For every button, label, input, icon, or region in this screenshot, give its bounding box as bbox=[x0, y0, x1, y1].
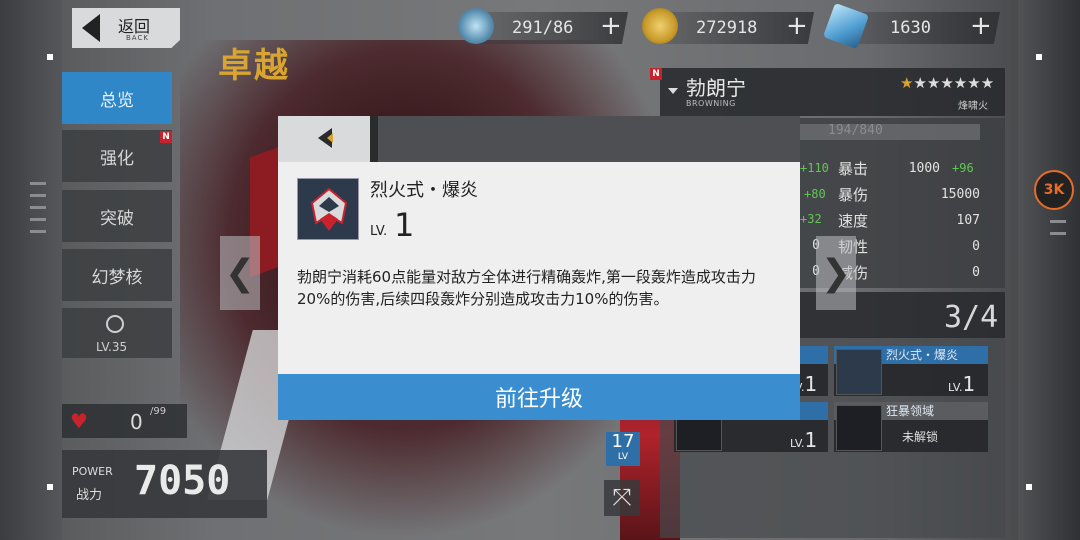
frame-stripe bbox=[30, 218, 46, 221]
flame-blast-skill-icon bbox=[297, 178, 359, 240]
currency-value-energy: 291/86 bbox=[512, 18, 574, 38]
currency-value-gold: 272918 bbox=[696, 18, 758, 38]
power-value: 7050 bbox=[134, 458, 231, 504]
next-character-button[interactable]: ❯ bbox=[816, 236, 856, 310]
power-label-cn: 战力 bbox=[76, 488, 103, 503]
stat-name-crit-damage: 暴伤 bbox=[838, 186, 869, 204]
add-gem-button[interactable]: + bbox=[970, 11, 992, 41]
stat-value-speed: 107 bbox=[956, 213, 980, 228]
lock-icon bbox=[106, 315, 124, 333]
gold-coin-icon bbox=[642, 8, 678, 44]
star-rating: ★★★★★★★ bbox=[900, 74, 994, 92]
energy-crystal-icon bbox=[458, 8, 494, 44]
character-level-badge: 17 LV bbox=[606, 432, 640, 466]
skill-description: 勃朗宁消耗60点能量对敌方全体进行精确轰炸,第一段轰炸造成攻击力20%的伤害,后… bbox=[297, 268, 756, 308]
heart-icon: ♥ bbox=[70, 409, 88, 433]
prev-character-button[interactable]: ❮ bbox=[220, 236, 260, 310]
character-level: 17 bbox=[611, 431, 635, 452]
menu-item-enhance[interactable]: 强化 bbox=[62, 130, 172, 182]
stat-value-crit: 1000 bbox=[908, 161, 940, 176]
frame-stripe bbox=[30, 194, 46, 197]
new-badge: N bbox=[650, 68, 662, 80]
affection-max: /99 bbox=[150, 406, 167, 417]
stat-bonus-crit: +96 bbox=[952, 161, 974, 175]
skill-card-level: LV.1 bbox=[948, 372, 976, 396]
character-level-label: LV bbox=[617, 452, 629, 462]
skill-card-level: LV.1 bbox=[790, 428, 818, 452]
flame-blast-skill-icon bbox=[836, 349, 882, 395]
stat-value-damage-reduction: 0 bbox=[972, 265, 980, 280]
stat-name-speed: 速度 bbox=[838, 212, 869, 230]
skills-unlocked-count: 3/4 bbox=[944, 300, 999, 335]
back-arrow-accent bbox=[327, 133, 333, 143]
stat-bonus: +32 bbox=[800, 212, 822, 226]
frame-marker bbox=[47, 54, 53, 60]
skill-level-value: 1 bbox=[394, 206, 415, 244]
skill-locked-label: 未解锁 bbox=[902, 430, 939, 444]
game-screen: 返回 BACK 卓越 291/86 + 272918 + 1630 + 总览 强… bbox=[0, 0, 1080, 540]
locked-level-label: LV.35 bbox=[96, 340, 128, 354]
stat-bonus: +80 bbox=[804, 187, 826, 201]
frame-stripe bbox=[1050, 220, 1066, 223]
character-name-en: BROWNING bbox=[686, 99, 736, 108]
modal-header-divider bbox=[370, 116, 378, 162]
fullscreen-expand-button[interactable]: ⤧ bbox=[604, 480, 640, 516]
stat-value-toughness: 0 bbox=[972, 239, 980, 254]
exp-value: 194/840 bbox=[828, 123, 883, 138]
frame-stripe bbox=[30, 230, 46, 233]
back-arrow-icon bbox=[82, 14, 100, 42]
power-label-en: POWER bbox=[72, 465, 113, 478]
skill-name: 烈火式・爆炎 bbox=[370, 180, 478, 201]
star-filled-icon: ★ bbox=[900, 74, 914, 92]
character-attribute: 烽啸火 bbox=[958, 101, 988, 112]
frame-stripe bbox=[30, 182, 46, 185]
stat-name-crit: 暴击 bbox=[838, 160, 869, 178]
left-frame bbox=[0, 0, 62, 540]
go-upgrade-button[interactable]: 前往升级 bbox=[278, 374, 800, 420]
currency-value-gem: 1630 bbox=[890, 18, 931, 38]
exp-bar bbox=[800, 124, 980, 140]
menu-item-overview[interactable]: 总览 bbox=[62, 72, 172, 124]
character-name: 勃朗宁 bbox=[686, 76, 746, 100]
add-gold-button[interactable]: + bbox=[786, 11, 808, 41]
add-energy-button[interactable]: + bbox=[600, 11, 622, 41]
menu-item-dream-core[interactable]: 幻梦核 bbox=[62, 249, 172, 301]
star-empty-icon: ★★★★★★ bbox=[913, 74, 995, 92]
stat-value-crit-damage: 15000 bbox=[940, 187, 980, 202]
3k-logo-icon: 3K bbox=[1034, 170, 1074, 210]
page-title: 卓越 bbox=[218, 46, 290, 86]
frame-marker bbox=[47, 484, 53, 490]
frame-marker bbox=[1036, 54, 1042, 60]
right-frame bbox=[1018, 0, 1080, 540]
frame-stripe bbox=[1050, 232, 1066, 235]
berserk-skill-icon bbox=[836, 405, 882, 451]
back-sublabel: BACK bbox=[126, 34, 149, 42]
menu-item-breakthrough[interactable]: 突破 bbox=[62, 190, 172, 242]
chevron-down-icon bbox=[668, 88, 678, 94]
affection-value: 0 bbox=[130, 410, 143, 434]
stat-bonus: +110 bbox=[800, 161, 829, 175]
frame-stripe bbox=[30, 206, 46, 209]
new-badge: N bbox=[160, 131, 172, 143]
frame-marker bbox=[1026, 484, 1032, 490]
skill-level-label: LV. bbox=[370, 224, 388, 239]
